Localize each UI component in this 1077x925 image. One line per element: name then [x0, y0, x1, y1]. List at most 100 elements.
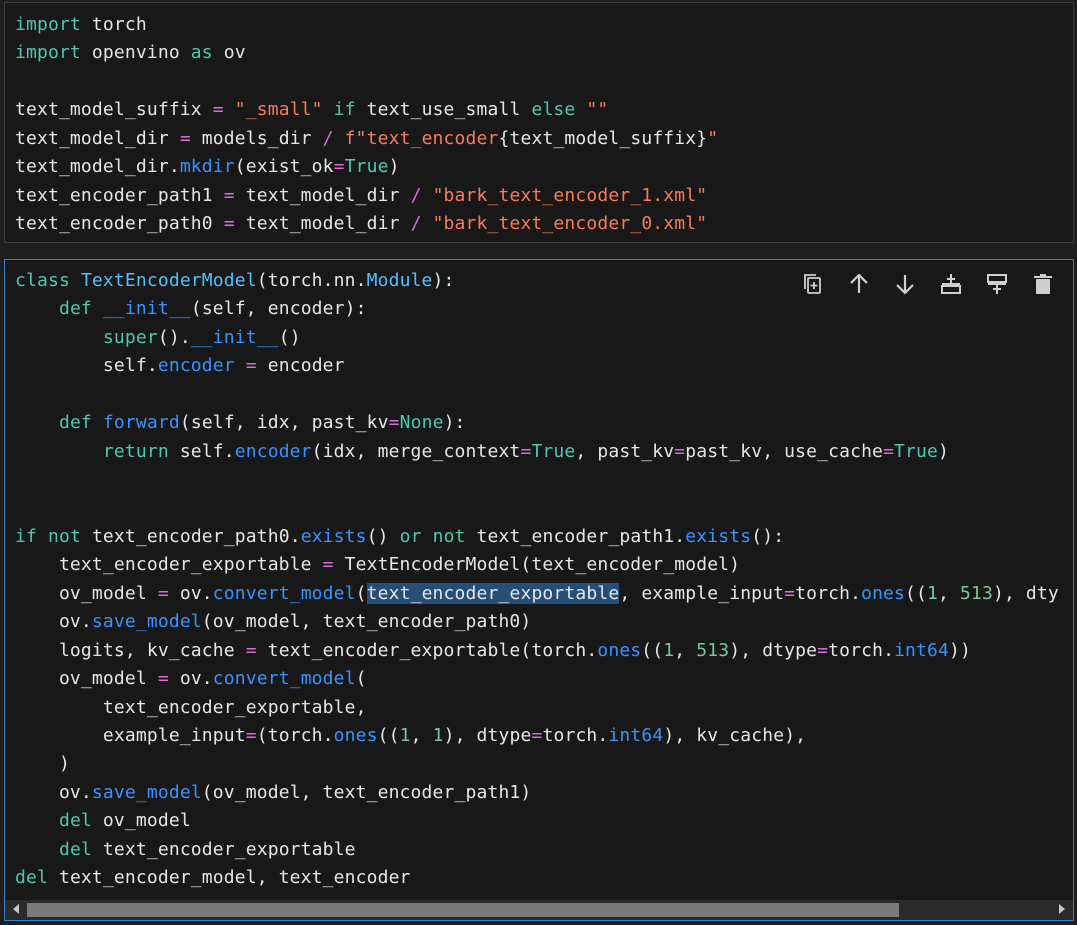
code-token: ):: [443, 412, 466, 434]
code-token: "": [586, 99, 609, 121]
code-line[interactable]: [15, 466, 1073, 494]
delete-cell-button[interactable]: [1027, 268, 1059, 300]
code-line[interactable]: ov_model = ov.convert_model(: [15, 665, 1073, 693]
code-line[interactable]: [15, 381, 1073, 409]
move-down-button[interactable]: [889, 268, 921, 300]
code-token: 513: [696, 639, 730, 661]
code-token: )): [949, 639, 971, 661]
insert-below-icon: [987, 274, 1007, 294]
code-token: not: [47, 525, 81, 547]
code-token: ov.: [15, 781, 92, 803]
code-line[interactable]: text_model_suffix = "_small" if text_use…: [15, 96, 718, 124]
code-token: ((: [377, 725, 400, 746]
code-line[interactable]: text_encoder_exportable,: [15, 694, 1073, 722]
code-line[interactable]: text_model_dir.mkdir(exist_ok=True): [15, 153, 718, 181]
code-line[interactable]: del text_encoder_model, text_encoder: [15, 864, 1073, 892]
code-token: ov_model: [91, 810, 191, 832]
horizontal-scrollbar[interactable]: [5, 900, 1073, 920]
code-line[interactable]: ov.save_model(ov_model, text_encoder_pat…: [15, 608, 1073, 636]
code-line[interactable]: text_encoder_path0 = text_model_dir / "b…: [15, 210, 718, 238]
code-token: text_use_small: [355, 99, 532, 121]
code-token: def: [58, 412, 92, 434]
insert-below-button[interactable]: [981, 268, 1013, 300]
code-line[interactable]: logits, kv_cache = text_encoder_exportab…: [15, 637, 1073, 665]
code-line[interactable]: text_encoder_exportable = TextEncoderMod…: [15, 551, 1073, 579]
code-token: =: [245, 639, 257, 661]
code-line[interactable]: del ov_model: [15, 807, 1073, 835]
code-token: =: [223, 213, 235, 235]
code-line[interactable]: if not text_encoder_path0.exists() or no…: [15, 523, 1073, 551]
code-editor-2[interactable]: class TextEncoderModel(torch.nn.Module):…: [15, 267, 1073, 893]
code-token: text_encoder_exportable: [91, 838, 356, 860]
code-token: ov.: [15, 611, 92, 633]
code-token: text_encoder_path1.: [465, 525, 686, 547]
code-token: text_encoder_path1: [15, 184, 224, 206]
scrollbar-thumb[interactable]: [27, 903, 899, 917]
code-token: 1: [663, 639, 675, 661]
code-token: torch: [80, 14, 147, 35]
code-line[interactable]: ov.save_model(ov_model, text_encoder_pat…: [15, 779, 1073, 807]
code-token: ():: [751, 525, 785, 547]
code-token: None: [399, 412, 444, 434]
code-line[interactable]: [15, 495, 1073, 523]
code-line[interactable]: super().__init__(): [15, 324, 1073, 352]
code-line[interactable]: import openvino as ov: [15, 39, 718, 67]
code-token: import: [15, 42, 81, 64]
code-token: 1: [432, 725, 444, 746]
code-line[interactable]: text_model_dir = models_dir / f"text_enc…: [15, 125, 718, 153]
code-token: (: [355, 668, 367, 690]
code-token: {: [498, 127, 510, 149]
code-token: ), dty: [992, 582, 1059, 604]
code-token: past_kv, use_cache: [685, 440, 884, 462]
duplicate-cell-button[interactable]: [797, 268, 829, 300]
code-token: convert_model: [212, 582, 356, 604]
code-line[interactable]: import torch: [15, 11, 718, 39]
code-token: del: [58, 810, 92, 832]
code-token: True: [894, 440, 938, 462]
code-line[interactable]: def forward(self, idx, past_kv=None):: [15, 409, 1073, 437]
code-token: encoder: [157, 355, 235, 377]
code-line[interactable]: text_encoder_path1 = text_model_dir / "b…: [15, 182, 718, 210]
code-line[interactable]: ov_model = ov.convert_model(text_encoder…: [15, 580, 1073, 608]
code-token: ):: [432, 270, 455, 291]
code-token: ((: [905, 582, 928, 604]
code-line[interactable]: example_input=(torch.ones((1, 1), dtype=…: [15, 722, 1073, 750]
code-token: if: [333, 99, 356, 121]
code-token: (): [366, 525, 400, 547]
code-token: =: [157, 668, 169, 690]
code-line[interactable]: return self.encoder(idx, merge_context=T…: [15, 438, 1073, 466]
code-token: , past_kv: [575, 440, 675, 462]
code-token: text_encoder_path0.: [80, 525, 301, 547]
code-token: torch.: [795, 582, 862, 604]
code-line[interactable]: del text_encoder_exportable: [15, 836, 1073, 864]
code-token: example_input: [15, 725, 246, 746]
code-token: (: [355, 582, 367, 604]
code-token: (self, idx, past_kv: [179, 412, 389, 434]
code-token: not: [432, 525, 466, 547]
code-cell-2[interactable]: class TextEncoderModel(torch.nn.Module):…: [4, 259, 1074, 921]
move-up-button[interactable]: [843, 268, 875, 300]
code-token: "bark_text_encoder_1.xml": [432, 184, 708, 206]
code-line[interactable]: [15, 68, 718, 96]
code-token: class: [15, 270, 70, 291]
cell-toolbar: [797, 268, 1059, 300]
code-token: True: [344, 156, 389, 178]
code-token: =: [245, 355, 257, 377]
code-token: =: [322, 554, 334, 576]
scroll-right-arrow-icon[interactable]: [1059, 904, 1065, 914]
code-line[interactable]: self.encoder = encoder: [15, 352, 1073, 380]
code-line[interactable]: ): [15, 750, 1073, 778]
scroll-left-arrow-icon[interactable]: [13, 904, 19, 914]
code-token: int64: [608, 725, 664, 746]
code-token: text_model_dir: [15, 127, 180, 149]
code-token: TextEncoderModel: [80, 270, 257, 291]
code-token: del: [58, 838, 92, 860]
code-editor-1[interactable]: import torch import openvino as ov text_m…: [15, 11, 718, 239]
code-token: =: [674, 440, 686, 462]
code-cell-1[interactable]: import torch import openvino as ov text_m…: [4, 2, 1074, 243]
insert-above-button[interactable]: [935, 268, 967, 300]
code-token: "_small": [234, 99, 323, 121]
